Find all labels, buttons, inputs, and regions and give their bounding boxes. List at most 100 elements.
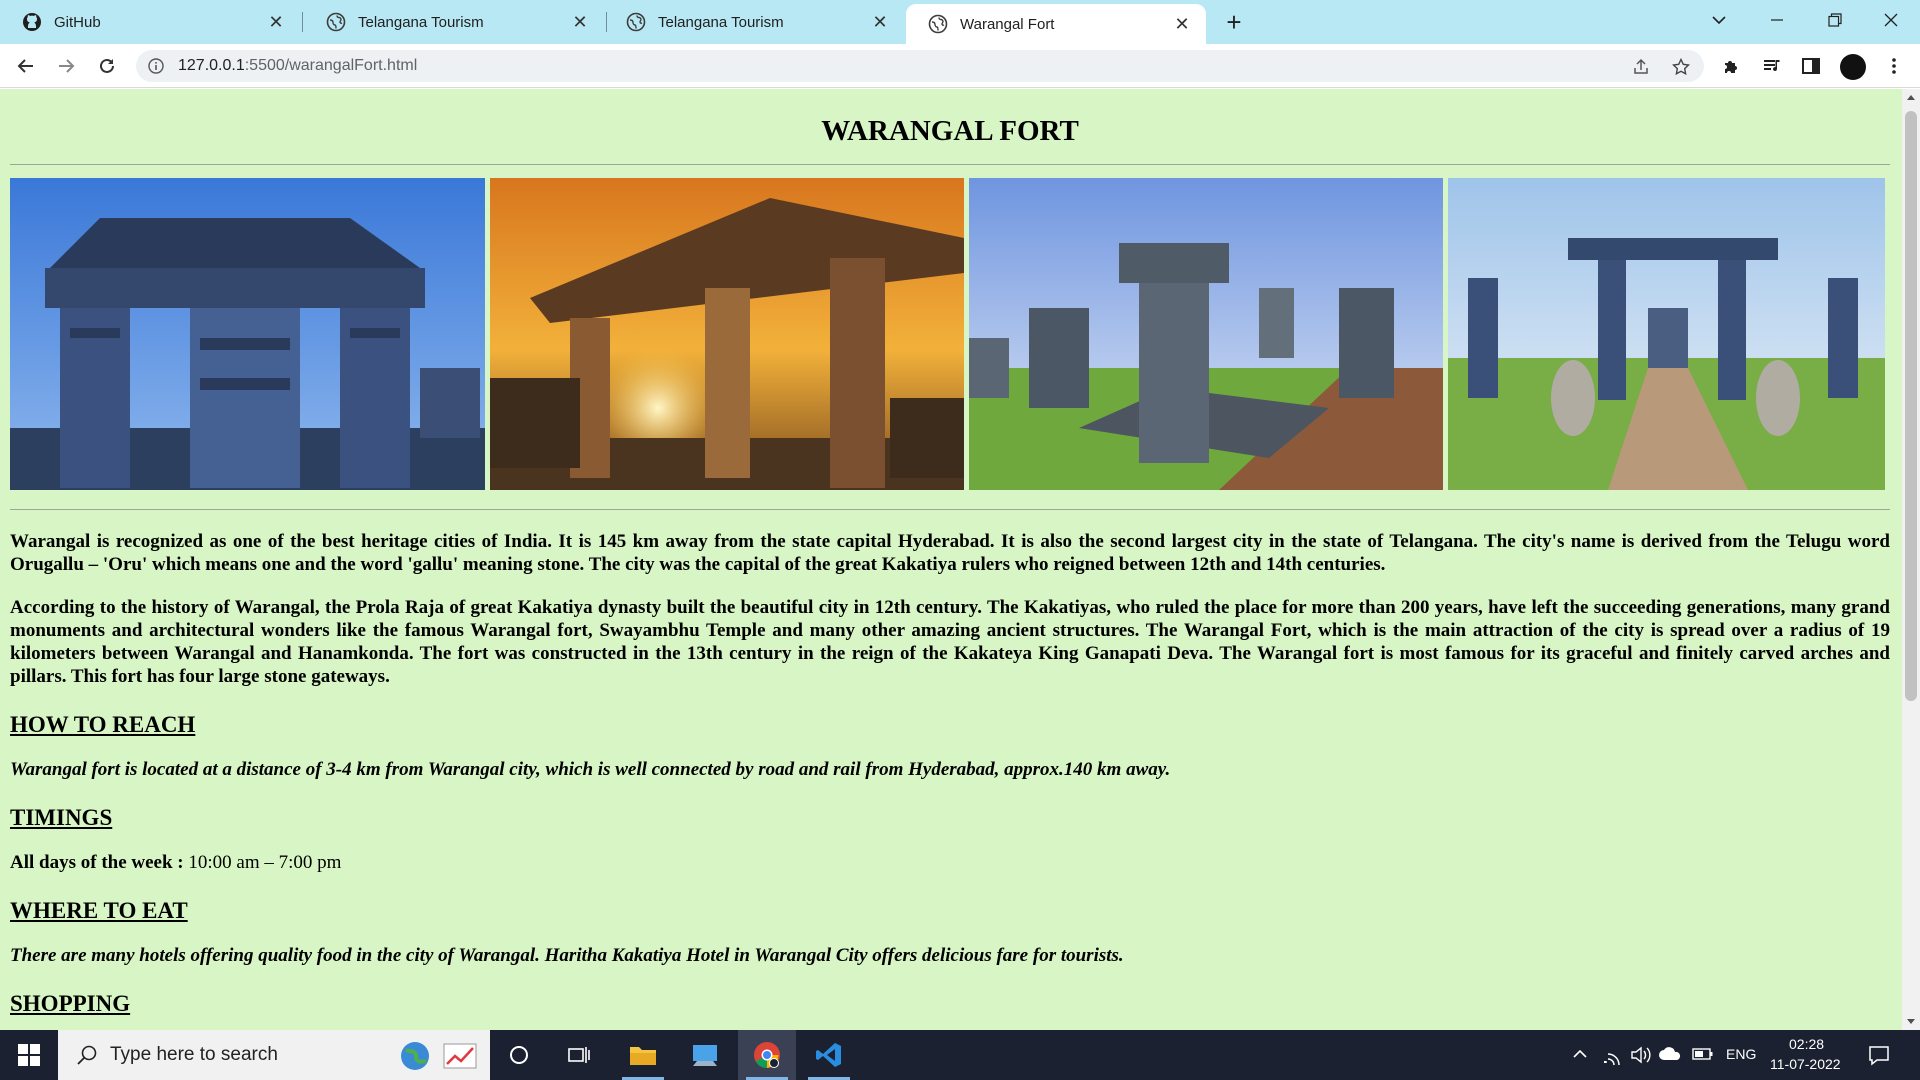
- how-to-reach-heading: HOW TO REACH: [10, 712, 196, 737]
- gallery-photo-gateway-elephants: [1448, 178, 1885, 490]
- globe-doodle-icon: [401, 1042, 429, 1070]
- start-button[interactable]: [0, 1030, 58, 1080]
- close-window-button[interactable]: [1862, 0, 1920, 40]
- windows-taskbar: Type here to search ENG 02:28 11-07-2022: [0, 1030, 1920, 1080]
- desktop-app[interactable]: [676, 1030, 734, 1080]
- back-button[interactable]: [10, 50, 42, 82]
- clock-date[interactable]: 11-07-2022: [1770, 1056, 1841, 1072]
- close-icon: [1884, 13, 1898, 27]
- divider: [10, 164, 1890, 165]
- taskbar-search-input[interactable]: Type here to search: [58, 1030, 490, 1080]
- tab-title: Telangana Tourism: [658, 13, 784, 31]
- side-panel-icon[interactable]: [1801, 56, 1821, 76]
- url-path: :5500/warangalFort.html: [244, 57, 418, 74]
- chrome-app[interactable]: [738, 1030, 796, 1080]
- language-indicator[interactable]: ENG: [1726, 1046, 1756, 1062]
- tab-warangal-fort[interactable]: Warangal Fort ✕: [906, 4, 1206, 44]
- tab-search-button[interactable]: [1690, 0, 1748, 40]
- where-to-eat-text: There are many hotels offering quality f…: [10, 945, 1124, 966]
- gallery-photo-pillars-lawn: [969, 178, 1443, 490]
- browser-tab-strip: GitHub ✕ Telangana Tourism ✕ Telangana T…: [0, 0, 1920, 44]
- chevron-up-icon[interactable]: [1572, 1048, 1588, 1060]
- chevron-down-icon: [1712, 16, 1726, 25]
- globe-icon: [928, 14, 948, 34]
- timings-value: 10:00 am – 7:00 pm: [188, 852, 342, 873]
- gallery-photo-ruins-blue: [10, 178, 485, 490]
- scrollbar-thumb[interactable]: [1905, 111, 1917, 701]
- tab-github[interactable]: GitHub ✕: [0, 2, 300, 42]
- tab-telangana-tourism-2[interactable]: Telangana Tourism ✕: [604, 2, 904, 42]
- profile-avatar[interactable]: [1840, 54, 1866, 80]
- cortana-circle-icon: [510, 1046, 528, 1064]
- globe-icon: [626, 12, 646, 32]
- github-icon: [23, 13, 41, 31]
- page-viewport: WARANGAL FORT Warangal is recognized as …: [0, 89, 1920, 1030]
- folder-icon: [630, 1047, 656, 1065]
- star-icon[interactable]: [1672, 58, 1690, 76]
- divider: [10, 509, 1890, 510]
- history-paragraph: According to the history of Warangal, th…: [10, 597, 1890, 687]
- restore-button[interactable]: [1806, 0, 1864, 40]
- reload-icon: [100, 58, 114, 73]
- task-view-button[interactable]: [550, 1030, 608, 1080]
- file-explorer-app[interactable]: [614, 1030, 672, 1080]
- tab-title: Telangana Tourism: [358, 13, 484, 31]
- tab-telangana-tourism-1[interactable]: Telangana Tourism ✕: [304, 2, 604, 42]
- page-scrollbar[interactable]: [1902, 89, 1920, 1030]
- timings-label: All days of the week :: [10, 852, 184, 873]
- clock-time[interactable]: 02:28: [1789, 1036, 1824, 1052]
- where-to-eat-heading: WHERE TO EAT: [10, 898, 188, 923]
- close-icon[interactable]: ✕: [266, 12, 286, 32]
- timings-heading: TIMINGS: [10, 805, 113, 830]
- extensions-puzzle-icon[interactable]: [1722, 56, 1742, 76]
- tab-separator: [302, 12, 303, 32]
- kebab-menu-icon[interactable]: [1884, 56, 1904, 76]
- arrow-right-icon: [59, 59, 75, 73]
- vscode-app[interactable]: [800, 1030, 858, 1080]
- monitor-icon: [693, 1045, 717, 1066]
- shopping-heading: SHOPPING: [10, 991, 131, 1016]
- minimize-icon: [1771, 19, 1783, 21]
- vscode-icon: [816, 1043, 841, 1067]
- page-title: WARANGAL FORT: [821, 115, 1079, 147]
- search-icon: [77, 1045, 97, 1065]
- close-icon[interactable]: ✕: [870, 12, 890, 32]
- windows-logo-icon: [18, 1044, 40, 1066]
- photo-gallery: [10, 178, 1890, 490]
- address-bar[interactable]: 127.0.0.1:5500/warangalFort.html: [136, 50, 1704, 82]
- page-content: WARANGAL FORT Warangal is recognized as …: [10, 89, 1890, 1017]
- share-icon[interactable]: [1632, 58, 1650, 76]
- forward-button[interactable]: [50, 50, 82, 82]
- how-to-reach-text: Warangal fort is located at a distance o…: [10, 759, 1171, 780]
- tab-title: GitHub: [54, 13, 101, 31]
- close-icon[interactable]: ✕: [570, 12, 590, 32]
- arrow-left-icon: [17, 59, 33, 73]
- media-queue-icon[interactable]: [1762, 56, 1782, 76]
- battery-icon[interactable]: [1692, 1047, 1714, 1061]
- tab-title: Warangal Fort: [960, 15, 1055, 33]
- onedrive-cloud-icon[interactable]: [1658, 1046, 1682, 1062]
- close-icon[interactable]: ✕: [1172, 14, 1192, 34]
- restore-icon: [1828, 13, 1842, 27]
- search-placeholder: Type here to search: [110, 1044, 278, 1065]
- cortana-button[interactable]: [490, 1030, 548, 1080]
- info-icon[interactable]: [148, 58, 164, 74]
- globe-icon: [326, 12, 346, 32]
- network-icon[interactable]: [1602, 1045, 1622, 1065]
- url-text[interactable]: 127.0.0.1:5500/warangalFort.html: [178, 57, 417, 75]
- notification-icon[interactable]: [1868, 1044, 1890, 1066]
- url-host: 127.0.0.1: [178, 57, 245, 74]
- chart-doodle-icon: [443, 1043, 477, 1069]
- browser-toolbar: 127.0.0.1:5500/warangalFort.html: [0, 44, 1920, 88]
- scroll-up-icon[interactable]: [1907, 95, 1915, 100]
- reload-button[interactable]: [91, 50, 123, 82]
- timings-text: All days of the week : 10:00 am – 7:00 p…: [10, 851, 1890, 874]
- new-tab-button[interactable]: +: [1220, 7, 1248, 37]
- task-view-icon: [568, 1047, 590, 1063]
- volume-icon[interactable]: [1630, 1045, 1652, 1065]
- gallery-photo-sunset-mandapa: [490, 178, 964, 490]
- minimize-button[interactable]: [1748, 0, 1806, 40]
- intro-paragraph: Warangal is recognized as one of the bes…: [10, 531, 1890, 575]
- scroll-down-icon[interactable]: [1907, 1019, 1915, 1024]
- chrome-icon: [754, 1042, 780, 1069]
